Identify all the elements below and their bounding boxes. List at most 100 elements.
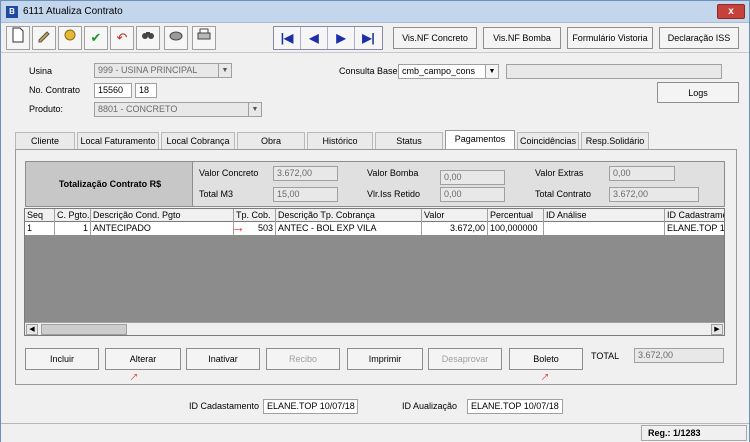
tab-status[interactable]: Status (375, 132, 443, 149)
app-icon: B (6, 6, 18, 18)
produto-value: 8801 - CONCRETO (98, 104, 178, 114)
scroll-thumb[interactable] (41, 324, 127, 335)
cell-descricao-tp: ANTEC - BOL EXP VILA (276, 222, 422, 235)
logs-button[interactable]: Logs (657, 82, 739, 103)
status-bar: Reg.: 1/1283 (1, 423, 749, 442)
contract-window: B 6111 Atualiza Contrato x ✔ ↶ |◀ ◀ ▶ ▶| (0, 0, 750, 442)
total-contrato-label: Total Contrato (535, 189, 592, 199)
title-bar: B 6111 Atualiza Contrato x (1, 1, 749, 23)
total-m3-label: Total M3 (199, 189, 234, 199)
totals-box: Totalização Contrato R$ (25, 161, 193, 207)
next-record-button[interactable]: ▶ (328, 27, 355, 49)
print-icon[interactable] (192, 26, 216, 50)
cell-valor: 3.672,00 (422, 222, 488, 235)
valor-bomba-label: Valor Bomba (367, 168, 419, 178)
column-header[interactable]: ID Cadastrame (665, 209, 724, 222)
column-header[interactable]: Descrição Cond. Pgto (91, 209, 234, 222)
id-atualizacao-field: ELANE.TOP 10/07/18 (467, 399, 563, 414)
contrato-suffix-field[interactable]: 18 (135, 83, 157, 98)
id-cadastramento-field: ELANE.TOP 10/07/18 (263, 399, 358, 414)
imprimir-button[interactable]: Imprimir (347, 348, 423, 370)
cell-descricao-cond: ANTECIPADO (91, 222, 234, 235)
contrato-number-field[interactable]: 15560 (94, 83, 132, 98)
chevron-down-icon: ▼ (485, 65, 498, 78)
valor-extras-label: Valor Extras (535, 168, 584, 178)
total-contrato-field: 3.672,00 (609, 187, 699, 202)
formulario-vistoria-button[interactable]: Formulário Vistoria (567, 27, 653, 49)
tab-resp-solidario[interactable]: Resp.Solidário (581, 132, 649, 149)
new-icon[interactable] (6, 26, 30, 50)
alterar-button[interactable]: Alterar (105, 348, 181, 370)
tab-cliente[interactable]: Cliente (15, 132, 75, 149)
chevron-down-icon: ▼ (218, 64, 231, 77)
id-atualizacao-label: ID Aualização (402, 401, 458, 411)
tab-coincidencias[interactable]: Coincidências (517, 132, 579, 149)
valor-extras-field: 0,00 (609, 166, 675, 181)
usina-label: Usina (29, 66, 53, 76)
column-header[interactable]: Descrição Tp. Cobrança (276, 209, 422, 222)
vis-nf-concreto-button[interactable]: Vis.NF Concreto (393, 27, 477, 49)
total-label: TOTAL (591, 351, 620, 361)
usina-select[interactable]: 999 - USINA PRINCIPAL ▼ (94, 63, 232, 78)
scroll-left-icon[interactable]: ◀ (26, 324, 38, 335)
recibo-button[interactable]: Recibo (266, 348, 340, 370)
consulta-base-label: Consulta Base (339, 66, 398, 76)
id-cadastramento-label: ID Cadastamento (189, 401, 260, 411)
close-button[interactable]: x (717, 4, 745, 19)
prev-record-button[interactable]: ◀ (301, 27, 328, 49)
table-row[interactable]: 1 1 ANTECIPADO 503 ANTEC - BOL EXP VILA … (25, 222, 725, 235)
tab-obra[interactable]: Obra (237, 132, 305, 149)
totals-title: Totalização Contrato R$ (58, 179, 162, 189)
cell-percentual: 100,000000 (488, 222, 544, 235)
horizontal-scrollbar[interactable]: ◀ ▶ (25, 322, 724, 335)
grid-header: Seq C. Pgto. Descrição Cond. Pgto Tp. Co… (25, 209, 724, 222)
total-m3-field: 15,00 (273, 187, 338, 202)
total-field: 3.672,00 (634, 348, 724, 363)
column-header[interactable]: ID Análise (544, 209, 665, 222)
produto-select[interactable]: 8801 - CONCRETO ▼ (94, 102, 262, 117)
column-header[interactable]: Valor (422, 209, 488, 222)
tab-historico[interactable]: Histórico (307, 132, 373, 149)
consulta-base-select[interactable]: cmb_campo_cons ▼ (398, 64, 499, 79)
delete-icon[interactable] (58, 26, 82, 50)
consulta-base-extra-field[interactable] (506, 64, 722, 79)
payments-grid[interactable]: Seq C. Pgto. Descrição Cond. Pgto Tp. Co… (24, 208, 725, 336)
confirm-icon[interactable]: ✔ (84, 26, 108, 50)
valor-concreto-field: 3.672,00 (273, 166, 338, 181)
incluir-button[interactable]: Incluir (25, 348, 99, 370)
undo-icon[interactable]: ↶ (110, 26, 134, 50)
vis-nf-bomba-button[interactable]: Vis.NF Bomba (483, 27, 561, 49)
column-header[interactable]: C. Pgto. (55, 209, 91, 222)
produto-label: Produto: (29, 104, 64, 114)
cell-c-pgto: 1 (55, 222, 91, 235)
first-record-button[interactable]: |◀ (274, 27, 301, 49)
cell-id-analise (544, 222, 665, 235)
inativar-button[interactable]: Inativar (186, 348, 260, 370)
declaracao-iss-button[interactable]: Declaração ISS (659, 27, 739, 49)
tab-local-cobranca[interactable]: Local Cobrança (161, 132, 235, 149)
boleto-button[interactable]: Boleto (509, 348, 583, 370)
valor-concreto-label: Valor Concreto (199, 168, 259, 178)
scroll-right-icon[interactable]: ▶ (711, 324, 723, 335)
vlr-iss-label: Vlr.Iss Retido (367, 189, 421, 199)
column-header[interactable]: Percentual (488, 209, 544, 222)
valor-bomba-field: 0,00 (440, 170, 505, 185)
window-title: 6111 Atualiza Contrato (23, 6, 123, 17)
chevron-down-icon: ▼ (248, 103, 261, 116)
vlr-iss-field: 0,00 (440, 187, 505, 202)
record-navigation: |◀ ◀ ▶ ▶| (273, 26, 383, 50)
toolbar: ✔ ↶ |◀ ◀ ▶ ▶| Vis.NF Concreto Vis.NF Bom… (1, 23, 749, 53)
tab-pagamentos[interactable]: Pagamentos (445, 130, 515, 149)
consulta-base-value: cmb_campo_cons (402, 66, 476, 76)
annotation-arrow-icon: → (231, 219, 245, 235)
tab-local-faturamento[interactable]: Local Faturamento (77, 132, 159, 149)
tools-icon[interactable] (164, 26, 188, 50)
column-header[interactable]: Seq (25, 209, 55, 222)
search-icon[interactable] (136, 26, 160, 50)
desaprovar-button[interactable]: Desaprovar (428, 348, 502, 370)
cell-id-cadastramento: ELANE.TOP 1 (667, 223, 725, 233)
contrato-label: No. Contrato (29, 85, 81, 95)
edit-icon[interactable] (32, 26, 56, 50)
last-record-button[interactable]: ▶| (355, 27, 382, 49)
usina-value: 999 - USINA PRINCIPAL (98, 65, 198, 75)
